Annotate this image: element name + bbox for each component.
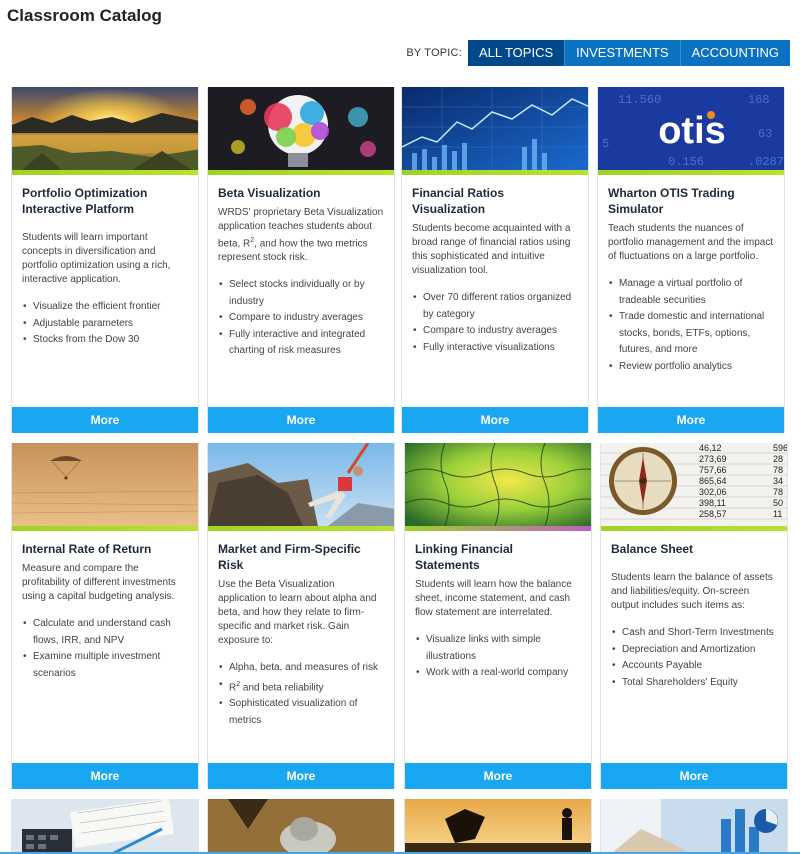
list-item: Alpha, beta, and measures of risk (218, 660, 384, 677)
card-title: Linking Financial Statements (415, 542, 514, 572)
svg-text:865,64: 865,64 (699, 476, 727, 486)
list-item: Examine multiple investment scenarios (22, 649, 188, 682)
card-description: Students learn the balance of assets and… (611, 572, 773, 611)
catalog-card: Linking Financial Statements Students wi… (404, 443, 592, 789)
page-title: Classroom Catalog (7, 6, 162, 25)
more-button[interactable]: More (208, 407, 394, 433)
calculator-image[interactable] (12, 799, 198, 854)
list-item: Trade domestic and international stocks,… (608, 309, 774, 359)
svg-text:757,66: 757,66 (699, 465, 727, 475)
catalog-card: Market and Firm-Specific Risk Use the Be… (207, 443, 395, 789)
card-title: Wharton OTIS Trading Simulator (608, 186, 735, 216)
list-item: Calculate and understand cash flows, IRR… (22, 616, 188, 649)
card-description: WRDS' proprietary Beta Visualization app… (218, 207, 384, 264)
list-item: Manage a virtual portfolio of tradeable … (608, 276, 774, 309)
more-button[interactable]: More (405, 763, 591, 789)
list-item: Select stocks individually or by industr… (218, 277, 384, 310)
more-button[interactable]: More (402, 407, 588, 433)
list-item: Accounts Payable (611, 658, 777, 675)
more-button[interactable]: More (12, 763, 198, 789)
sunset-lake-image[interactable] (12, 87, 198, 170)
card-description: Use the Beta Visualization application t… (218, 579, 377, 646)
filter-label: BY TOPIC: (406, 47, 462, 59)
filter-all-topics-button[interactable]: ALL TOPICS (467, 40, 565, 66)
list-item: Fully interactive and integrated chartin… (218, 327, 384, 360)
svg-text:63: 63 (758, 127, 772, 141)
svg-text:46,12: 46,12 (699, 443, 722, 453)
compass-ledger-image[interactable]: 46,12 273,69 757,66 865,64 302,06 398,11… (601, 443, 787, 526)
svg-text:596: 596 (773, 443, 787, 453)
list-item: Stocks from the Dow 30 (22, 332, 188, 349)
catalog-card (207, 799, 395, 854)
svg-text:11: 11 (773, 509, 782, 519)
topic-filter: BY TOPIC: ALL TOPICS INVESTMENTS ACCOUNT… (406, 40, 790, 66)
card-title: Market and Firm-Specific Risk (218, 542, 361, 572)
filter-accounting-button[interactable]: ACCOUNTING (679, 40, 790, 66)
rock-climber-image[interactable] (208, 443, 394, 526)
coins-image[interactable] (208, 799, 394, 854)
catalog-card (404, 799, 592, 854)
svg-text:11.560: 11.560 (618, 93, 661, 107)
list-item: Work with a real-world company (415, 665, 581, 682)
catalog-card: Financial Ratios Visualization Students … (401, 87, 589, 433)
financial-chart-image[interactable] (402, 87, 588, 170)
list-item: Sophisticated visualization of metrics (218, 696, 384, 729)
list-item: Visualize links with simple illustration… (415, 632, 581, 665)
list-item: Compare to industry averages (412, 323, 578, 340)
list-item: Depreciation and Amortization (611, 642, 777, 659)
catalog-card: 11.560 168 63 .0287 0.156 5 otis Wharton… (597, 87, 785, 433)
catalog-card (600, 799, 788, 854)
svg-text:78: 78 (773, 465, 783, 475)
more-button[interactable]: More (598, 407, 784, 433)
list-item: Cash and Short-Term Investments (611, 625, 777, 642)
catalog-card: Internal Rate of Return Measure and comp… (11, 443, 199, 789)
parachute-image[interactable] (12, 443, 198, 526)
catalog-card: 46,12 273,69 757,66 865,64 302,06 398,11… (600, 443, 788, 789)
list-item: Fully interactive visualizations (412, 340, 578, 357)
list-item: Total Shareholders' Equity (611, 675, 777, 692)
svg-text:273,69: 273,69 (699, 454, 727, 464)
svg-text:168: 168 (748, 93, 770, 107)
svg-text:78: 78 (773, 487, 783, 497)
svg-text:398,11: 398,11 (699, 498, 726, 508)
card-title: Beta Visualization (218, 186, 321, 200)
more-button[interactable]: More (12, 407, 198, 433)
svg-text:28: 28 (773, 454, 783, 464)
card-title: Internal Rate of Return (22, 542, 152, 556)
svg-text:0.156: 0.156 (668, 155, 704, 169)
puzzle-image[interactable] (405, 443, 591, 526)
svg-text:5: 5 (602, 137, 609, 151)
list-item: Visualize the efficient frontier (22, 299, 188, 316)
card-title: Balance Sheet (611, 542, 694, 556)
card-title: Portfolio Optimization Interactive Platf… (22, 186, 148, 216)
catalog-card (11, 799, 199, 854)
card-title: Financial Ratios Visualization (412, 186, 505, 216)
otis-ticker-image[interactable]: 11.560 168 63 .0287 0.156 5 otis (598, 87, 784, 170)
list-item: R2 and beta reliability (218, 677, 384, 697)
filter-investments-button[interactable]: INVESTMENTS (564, 40, 680, 66)
svg-text:258,57: 258,57 (699, 509, 727, 519)
svg-text:.0287: .0287 (748, 155, 784, 169)
silhouette-image[interactable] (405, 799, 591, 854)
card-description: Students will learn important concepts i… (22, 232, 171, 285)
card-description: Teach students the nuances of portfolio … (608, 223, 774, 262)
more-button[interactable]: More (601, 763, 787, 789)
card-description: Students become acquainted with a broad … (412, 223, 571, 276)
more-button[interactable]: More (208, 763, 394, 789)
svg-text:302,06: 302,06 (699, 487, 727, 497)
card-description: Measure and compare the profitability of… (22, 563, 176, 602)
list-item: Compare to industry averages (218, 310, 384, 327)
svg-text:34: 34 (773, 476, 783, 486)
catalog-card: Beta Visualization WRDS' proprietary Bet… (207, 87, 395, 433)
list-item: Over 70 different ratios organized by ca… (412, 290, 578, 323)
list-item: Adjustable parameters (22, 316, 188, 333)
list-item: Review portfolio analytics (608, 359, 774, 376)
catalog-card: Portfolio Optimization Interactive Platf… (11, 87, 199, 433)
colorful-lightbulb-image[interactable] (208, 87, 394, 170)
card-description: Students will learn how the balance shee… (415, 579, 572, 618)
otis-logo-text: otis (658, 110, 726, 152)
laptop-chart-image[interactable] (601, 799, 787, 854)
svg-text:50: 50 (773, 498, 783, 508)
